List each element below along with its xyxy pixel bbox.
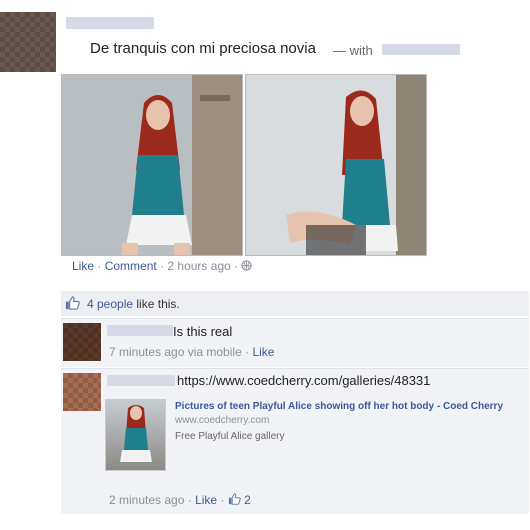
comment-item: Is this real 7 minutes ago via mobile · … (61, 318, 529, 367)
tagged-friend-redacted[interactable] (382, 44, 460, 55)
photo-2-figure (246, 75, 426, 255)
separator: · (160, 259, 165, 273)
shared-link-thumbnail[interactable] (105, 399, 166, 471)
with-label: — with (333, 43, 373, 58)
separator: · (234, 259, 239, 273)
comment-timestamp[interactable]: 7 minutes ago via mobile (109, 345, 242, 359)
post-photo-1[interactable] (61, 74, 243, 256)
separator: · (245, 345, 250, 359)
poster-name-redacted[interactable] (66, 17, 154, 29)
separator: · (220, 493, 225, 507)
photo-1-figure (62, 75, 242, 255)
separator: · (97, 259, 102, 273)
post-text: De tranquis con mi preciosa novia (90, 40, 316, 57)
comment-like-link[interactable]: Like (195, 493, 217, 507)
likes-people-link[interactable]: 4 people (87, 297, 133, 311)
shared-link-title[interactable]: Pictures of teen Playful Alice showing o… (175, 401, 525, 412)
likes-suffix: like this. (136, 297, 180, 311)
post-photo-2[interactable] (245, 74, 427, 256)
comment-timestamp[interactable]: 2 minutes ago (109, 493, 184, 507)
commenter-name-redacted[interactable] (107, 325, 173, 336)
comment-text: Is this real (173, 324, 233, 339)
shared-link-domain: www.coedcherry.com (175, 415, 270, 426)
separator: · (187, 493, 192, 507)
comment-link[interactable]: Comment (105, 259, 157, 273)
likes-summary: 4 people like this. (61, 291, 529, 316)
thumbnail-figure (120, 405, 152, 462)
poster-avatar[interactable] (0, 12, 56, 72)
comment-like-link[interactable]: Like (252, 345, 274, 359)
thumbs-up-icon (65, 296, 80, 313)
commenter-avatar[interactable] (63, 323, 101, 361)
thumbs-up-icon[interactable] (228, 493, 244, 507)
post-actions: Like · Comment · 2 hours ago · (72, 259, 253, 273)
shared-link-description: Free Playful Alice gallery (175, 431, 285, 442)
commenter-name-redacted[interactable] (107, 375, 175, 386)
globe-icon[interactable] (241, 259, 253, 273)
commenter-avatar[interactable] (63, 373, 101, 411)
comment-like-count[interactable]: 2 (244, 493, 251, 507)
like-link[interactable]: Like (72, 259, 94, 273)
post-timestamp[interactable]: 2 hours ago (167, 259, 230, 273)
comment-link-text[interactable]: https://www.coedcherry.com/galleries/483… (177, 373, 430, 388)
comment-item: https://www.coedcherry.com/galleries/483… (61, 368, 529, 514)
